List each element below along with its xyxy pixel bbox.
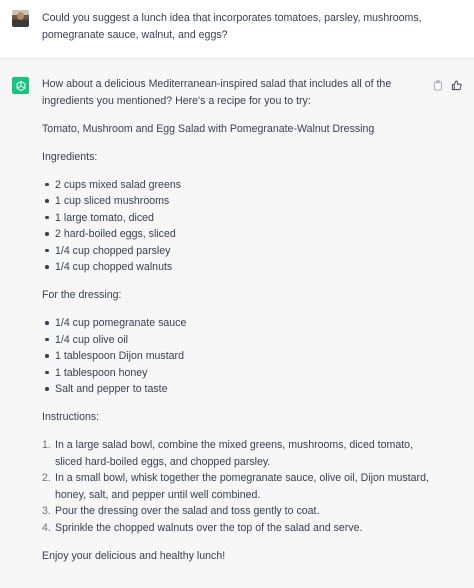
message-actions — [432, 79, 462, 91]
list-item: 1/4 cup chopped parsley — [42, 243, 432, 260]
list-item: 1 cup sliced mushrooms — [42, 193, 432, 210]
step-text: Pour the dressing over the salad and tos… — [55, 505, 320, 517]
list-item: 3. Pour the dressing over the salad and t… — [42, 503, 432, 520]
list-item: 4. Sprinkle the chopped walnuts over the … — [42, 520, 432, 537]
clipboard-icon[interactable] — [432, 79, 444, 91]
list-item: 1 tablespoon Dijon mustard — [42, 348, 432, 365]
list-item: 1/4 cup chopped walnuts — [42, 259, 432, 276]
recipe-title: Tomato, Mushroom and Egg Salad with Pome… — [42, 122, 375, 135]
list-item: 1 large tomato, diced — [42, 210, 432, 227]
assistant-message: How about a delicious Mediterranean-insp… — [42, 76, 432, 564]
instructions-heading: Instructions: — [42, 411, 100, 423]
step-text: Sprinkle the chopped walnuts over the to… — [55, 521, 363, 534]
list-item: 2 cups mixed salad greens — [42, 177, 432, 194]
thumbs-up-icon[interactable] — [450, 79, 462, 91]
user-message-text: Could you suggest a lunch idea that inco… — [42, 12, 422, 41]
ingredients-list: 2 cups mixed salad greens 1 cup sliced m… — [42, 177, 432, 276]
list-item: Salt and pepper to taste — [42, 381, 432, 398]
list-item: 1/4 cup pomegranate sauce — [42, 315, 432, 332]
intro-text: How about a delicious Mediterranean-insp… — [42, 78, 392, 107]
list-item: 1/4 cup olive oil — [42, 332, 432, 349]
list-item: 2. In a small bowl, whisk together the po… — [42, 470, 432, 503]
dressing-heading: For the dressing: — [42, 289, 122, 301]
step-number: 2. — [42, 472, 51, 484]
closing-text: Enjoy your delicious and healthy lunch! — [42, 549, 226, 562]
dressing-list: 1/4 cup pomegranate sauce 1/4 cup olive … — [42, 315, 432, 398]
assistant-message-row: How about a delicious Mediterranean-insp… — [0, 59, 474, 588]
user-avatar — [12, 10, 29, 27]
step-number: 3. — [42, 505, 51, 517]
list-item: 2 hard-boiled eggs, sliced — [42, 226, 432, 243]
step-number: 1. — [42, 439, 51, 451]
list-item: 1 tablespoon honey — [42, 365, 432, 382]
instructions-list: 1. In a large salad bowl, combine the mix… — [42, 437, 432, 536]
openai-logo-icon — [12, 77, 29, 94]
step-number: 4. — [42, 521, 51, 534]
step-text: In a large salad bowl, combine the mixed… — [55, 439, 414, 468]
list-item: 1. In a large salad bowl, combine the mix… — [42, 437, 432, 470]
user-message-row: Could you suggest a lunch idea that inco… — [0, 0, 474, 59]
step-text: In a small bowl, whisk together the pome… — [55, 472, 429, 501]
ingredients-heading: Ingredients: — [42, 150, 98, 163]
